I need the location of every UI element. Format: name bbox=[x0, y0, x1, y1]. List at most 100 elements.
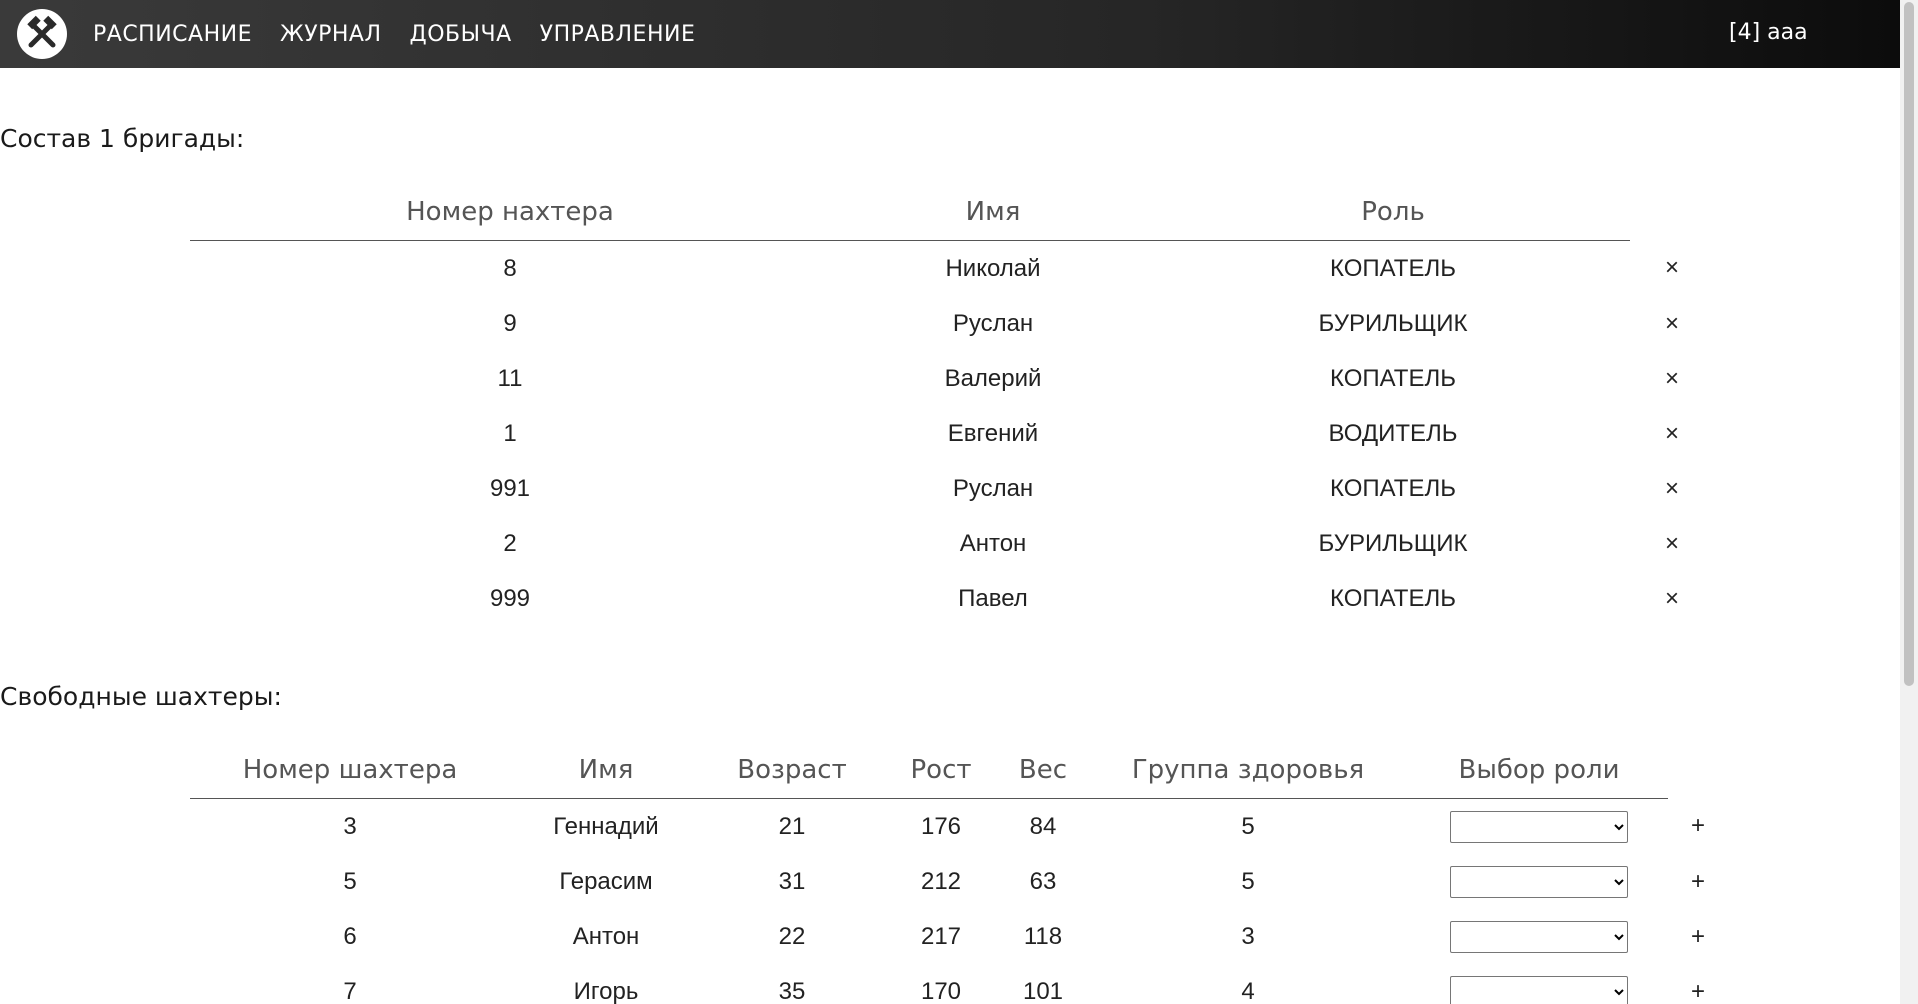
nav-management[interactable]: УПРАВЛЕНИЕ bbox=[540, 22, 696, 47]
role-select-cell bbox=[1410, 964, 1668, 1004]
add-miner-button[interactable]: + bbox=[1668, 854, 1728, 909]
brigade-title: Состав 1 бригады: bbox=[0, 124, 245, 153]
scrollbar-thumb[interactable] bbox=[1904, 2, 1914, 686]
column-header: Вес bbox=[1000, 742, 1086, 799]
column-header: Имя bbox=[830, 184, 1156, 241]
column-header: Номер шахтера bbox=[190, 742, 510, 799]
miner-height: 212 bbox=[920, 867, 962, 895]
nav-mining[interactable]: ДОБЫЧА bbox=[410, 22, 512, 47]
miner-health-group: 4 bbox=[1241, 977, 1255, 1004]
miner-name: Павел bbox=[958, 584, 1028, 612]
remove-miner-button[interactable]: × bbox=[1630, 461, 1714, 516]
add-miner-button[interactable]: + bbox=[1668, 799, 1728, 855]
miner-weight: 118 bbox=[1023, 922, 1063, 950]
miner-name: Руслан bbox=[952, 474, 1034, 502]
free-miners-rows: 3 Геннадий 21 176 84 5 +5 Герасим 31 212 63 5 +6 Анто… bbox=[190, 799, 1728, 1004]
miner-name: Антон bbox=[572, 922, 640, 950]
miner-role: КОПАТЕЛЬ bbox=[1330, 584, 1456, 612]
table-row: 7 Игорь 35 170 101 4 + bbox=[190, 964, 1728, 1004]
miner-health-group: 5 bbox=[1241, 812, 1255, 840]
miner-age: 21 bbox=[778, 812, 806, 840]
miner-name: Антон bbox=[959, 529, 1027, 557]
table-row: 2 Антон БУРИЛЬЩИК × bbox=[190, 516, 1714, 571]
miner-weight: 63 bbox=[1029, 867, 1057, 895]
miner-age: 22 bbox=[778, 922, 806, 950]
column-header: Рост bbox=[882, 742, 1000, 799]
miner-number: 6 bbox=[343, 922, 357, 950]
miner-weight: 101 bbox=[1022, 977, 1064, 1004]
remove-miner-button[interactable]: × bbox=[1630, 241, 1714, 297]
column-header: Возраст bbox=[702, 742, 882, 799]
miner-age: 35 bbox=[778, 977, 806, 1004]
miner-name: Евгений bbox=[947, 419, 1039, 447]
column-header: Выбор роли bbox=[1410, 742, 1668, 799]
miner-number: 1 bbox=[503, 419, 517, 447]
role-select-cell bbox=[1410, 799, 1668, 855]
remove-miner-button[interactable]: × bbox=[1630, 351, 1714, 406]
table-row: 3 Геннадий 21 176 84 5 + bbox=[190, 799, 1728, 855]
role-select[interactable] bbox=[1450, 810, 1628, 843]
free-miners-title: Свободные шахтеры: bbox=[0, 682, 282, 711]
column-header: Номер нахтера bbox=[190, 184, 830, 241]
free-miners-table: Номер шахтера Имя Возраст Рост Вес Групп… bbox=[190, 742, 1728, 1004]
role-select-cell bbox=[1410, 854, 1668, 909]
table-row: 8 Николай КОПАТЕЛЬ × bbox=[190, 241, 1714, 297]
remove-miner-button[interactable]: × bbox=[1630, 516, 1714, 571]
miner-number: 2 bbox=[503, 529, 517, 557]
miner-weight: 84 bbox=[1029, 812, 1057, 840]
table-row: 1 Евгений ВОДИТЕЛЬ × bbox=[190, 406, 1714, 461]
miner-number: 7 bbox=[343, 977, 357, 1004]
miner-name: Игорь bbox=[573, 977, 639, 1004]
miner-height: 170 bbox=[920, 977, 962, 1004]
remove-miner-button[interactable]: × bbox=[1630, 296, 1714, 351]
add-miner-button[interactable]: + bbox=[1668, 909, 1728, 964]
nav-schedule[interactable]: РАСПИСАНИЕ bbox=[93, 22, 252, 47]
miner-height: 176 bbox=[920, 812, 962, 840]
role-select[interactable] bbox=[1450, 975, 1628, 1004]
miner-role: КОПАТЕЛЬ bbox=[1330, 254, 1456, 282]
top-navbar: РАСПИСАНИЕ ЖУРНАЛ ДОБЫЧА УПРАВЛЕНИЕ [4] … bbox=[0, 0, 1900, 68]
miner-number: 11 bbox=[497, 364, 523, 392]
miner-number: 999 bbox=[489, 584, 531, 612]
miner-role: КОПАТЕЛЬ bbox=[1330, 364, 1456, 392]
miner-name: Геннадий bbox=[553, 812, 659, 840]
miner-health-group: 5 bbox=[1241, 867, 1255, 895]
user-label[interactable]: [4] aaa bbox=[1729, 20, 1808, 45]
miner-name: Николай bbox=[945, 254, 1041, 282]
miner-name: Руслан bbox=[952, 309, 1034, 337]
miner-name: Валерий bbox=[944, 364, 1042, 392]
remove-miner-button[interactable]: × bbox=[1630, 571, 1714, 626]
add-miner-button[interactable]: + bbox=[1668, 964, 1728, 1004]
miner-health-group: 3 bbox=[1241, 922, 1255, 950]
free-miners-header-row: Номер шахтера Имя Возраст Рост Вес Групп… bbox=[190, 742, 1728, 799]
miner-role: ВОДИТЕЛЬ bbox=[1328, 419, 1458, 447]
column-header-empty bbox=[1668, 742, 1728, 799]
miner-role: БУРИЛЬЩИК bbox=[1318, 529, 1468, 557]
role-select-cell bbox=[1410, 909, 1668, 964]
brigade-header-row: Номер нахтера Имя Роль bbox=[190, 184, 1714, 241]
vertical-scrollbar[interactable] bbox=[1900, 0, 1918, 1004]
crossed-hammers-icon[interactable] bbox=[17, 9, 67, 59]
miner-role: БУРИЛЬЩИК bbox=[1318, 309, 1468, 337]
miner-height: 217 bbox=[920, 922, 962, 950]
column-header: Роль bbox=[1156, 184, 1630, 241]
column-header-empty bbox=[1630, 184, 1714, 241]
nav-journal[interactable]: ЖУРНАЛ bbox=[280, 22, 382, 47]
table-row: 9 Руслан БУРИЛЬЩИК × bbox=[190, 296, 1714, 351]
miner-number: 9 bbox=[503, 309, 517, 337]
table-row: 6 Антон 22 217 118 3 + bbox=[190, 909, 1728, 964]
table-row: 991 Руслан КОПАТЕЛЬ × bbox=[190, 461, 1714, 516]
page: РАСПИСАНИЕ ЖУРНАЛ ДОБЫЧА УПРАВЛЕНИЕ [4] … bbox=[0, 0, 1918, 1004]
role-select[interactable] bbox=[1450, 920, 1628, 953]
table-row: 999 Павел КОПАТЕЛЬ × bbox=[190, 571, 1714, 626]
remove-miner-button[interactable]: × bbox=[1630, 406, 1714, 461]
miner-number: 5 bbox=[343, 867, 357, 895]
brigade-table: Номер нахтера Имя Роль 8 Николай КОПАТЕЛЬ ×… bbox=[190, 184, 1714, 626]
role-select[interactable] bbox=[1450, 865, 1628, 898]
column-header: Имя bbox=[510, 742, 702, 799]
brigade-rows: 8 Николай КОПАТЕЛЬ × 9 Руслан БУРИЛЬЩИК × 11 Вале… bbox=[190, 241, 1714, 627]
miner-number: 8 bbox=[503, 254, 517, 282]
miner-name: Герасим bbox=[559, 867, 653, 895]
miner-role: КОПАТЕЛЬ bbox=[1330, 474, 1456, 502]
miner-number: 3 bbox=[343, 812, 357, 840]
